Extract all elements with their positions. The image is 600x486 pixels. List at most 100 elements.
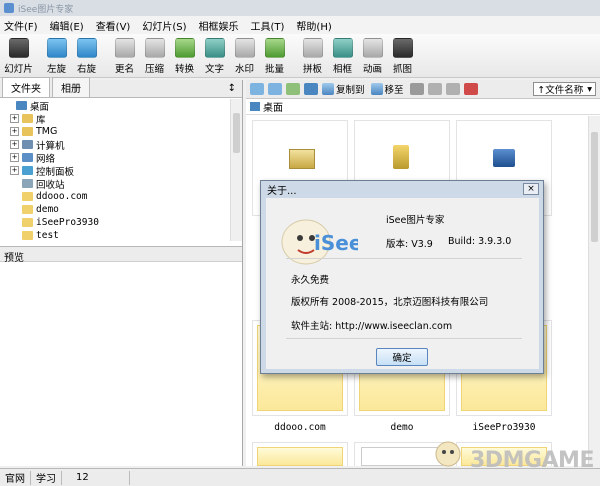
path-bar[interactable]: 桌面 bbox=[246, 99, 600, 115]
expand-toggle-icon[interactable]: + bbox=[10, 140, 19, 149]
tree-item-label: TMG bbox=[36, 126, 58, 137]
tree-item[interactable]: demo bbox=[0, 203, 230, 216]
folder-icon bbox=[22, 153, 33, 162]
batch-icon bbox=[264, 38, 285, 58]
frame-button[interactable]: 相框 bbox=[328, 38, 357, 75]
compress-icon bbox=[144, 38, 165, 58]
capture-icon bbox=[392, 38, 413, 58]
folder-icon bbox=[22, 179, 33, 188]
watermark-button[interactable]: 水印 bbox=[230, 38, 259, 75]
tree-item-label: demo bbox=[36, 204, 59, 215]
forward-icon[interactable] bbox=[268, 83, 282, 95]
tree-scroll-thumb[interactable] bbox=[233, 113, 240, 153]
desktop-icon bbox=[250, 102, 260, 111]
status-count: 12 bbox=[62, 470, 130, 485]
thumbnail-size-icon[interactable] bbox=[445, 83, 460, 95]
up-folder-icon[interactable] bbox=[286, 83, 300, 95]
rename-button[interactable]: 更名 bbox=[110, 38, 139, 75]
menu-slideshow[interactable]: 幻灯片(S) bbox=[142, 18, 186, 33]
rotate-right-icon bbox=[76, 38, 97, 58]
move-to-button[interactable]: 移至 bbox=[370, 82, 404, 96]
rotate-right-button[interactable]: 右旋 bbox=[72, 38, 101, 75]
view-mode-icon[interactable] bbox=[427, 83, 442, 95]
collage-button[interactable]: 拼板 bbox=[298, 38, 327, 75]
version-label: 版本: V3.9 bbox=[386, 239, 433, 250]
tab-folders[interactable]: 文件夹 bbox=[2, 77, 50, 97]
thumbnail-item[interactable] bbox=[252, 442, 348, 466]
folder-icon bbox=[22, 114, 33, 123]
tree-item-label: 计算机 bbox=[36, 140, 65, 152]
thumbnail-scrollbar[interactable] bbox=[588, 116, 600, 466]
library-icon bbox=[289, 149, 315, 169]
watermark-icon bbox=[234, 38, 255, 58]
collage-icon bbox=[302, 38, 323, 58]
tree-item[interactable]: 桌面 bbox=[0, 99, 230, 113]
cut-icon[interactable] bbox=[409, 83, 424, 95]
tree-item[interactable]: 回收站 bbox=[0, 177, 230, 191]
expand-toggle-icon[interactable]: + bbox=[10, 127, 19, 136]
copyright-text: 版权所有 2008-2015，北京迈图科技有限公司 bbox=[291, 297, 489, 308]
license-text: 永久免费 bbox=[291, 275, 330, 286]
tree-item-label: iSeePro3930 bbox=[36, 217, 99, 228]
tree-item[interactable]: + 网络 bbox=[0, 151, 230, 165]
folder-icon bbox=[22, 218, 33, 227]
delete-icon[interactable] bbox=[463, 83, 478, 95]
tree-item[interactable]: ddooo.com bbox=[0, 190, 230, 203]
menu-edit[interactable]: 编辑(E) bbox=[50, 18, 84, 33]
tree-item[interactable]: + TMG bbox=[0, 125, 230, 138]
text-icon bbox=[204, 38, 225, 58]
slideshow-button[interactable]: 幻灯片 bbox=[4, 38, 33, 75]
menu-frames[interactable]: 相框娱乐 bbox=[199, 18, 239, 33]
batch-button[interactable]: 批量 bbox=[260, 38, 289, 75]
tree-item[interactable]: + 库 bbox=[0, 112, 230, 126]
tree-item-label: 控制面板 bbox=[36, 166, 75, 178]
back-icon[interactable] bbox=[250, 83, 264, 95]
tree-item[interactable]: test bbox=[0, 229, 230, 241]
main-toolbar: 幻灯片 左旋 右旋 更名 压缩 转换 文字 水印 批量 拼板 相框 动画 抓图 bbox=[0, 34, 600, 78]
tree-item-label: 桌面 bbox=[30, 101, 50, 113]
text-button[interactable]: 文字 bbox=[200, 38, 229, 75]
app-icon bbox=[4, 3, 14, 13]
close-icon[interactable]: × bbox=[523, 183, 539, 195]
pin-icon[interactable]: ↕ bbox=[228, 83, 236, 94]
folder-thumb bbox=[257, 447, 343, 466]
tree-item-label: ddooo.com bbox=[36, 191, 88, 202]
tree-item[interactable]: + 计算机 bbox=[0, 138, 230, 152]
dialog-title: 关于... bbox=[267, 185, 297, 197]
rotate-left-icon bbox=[46, 38, 67, 58]
menu-help[interactable]: 帮助(H) bbox=[296, 18, 331, 33]
menu-view[interactable]: 查看(V) bbox=[96, 18, 131, 33]
menu-tools[interactable]: 工具(T) bbox=[251, 18, 285, 33]
convert-button[interactable]: 转换 bbox=[170, 38, 199, 75]
tree-item-label: 回收站 bbox=[36, 179, 65, 191]
tab-albums[interactable]: 相册 bbox=[52, 77, 90, 97]
animation-button[interactable]: 动画 bbox=[358, 38, 387, 75]
expand-toggle-icon[interactable]: + bbox=[10, 166, 19, 175]
tree-scrollbar[interactable] bbox=[230, 99, 242, 241]
divider bbox=[286, 258, 522, 259]
thumbnail-scroll-thumb[interactable] bbox=[591, 132, 598, 242]
ok-button[interactable]: 确定 bbox=[376, 348, 428, 366]
status-official-site[interactable]: 官网 bbox=[0, 470, 31, 485]
status-learn[interactable]: 学习 bbox=[31, 470, 62, 485]
tree-item[interactable]: + 控制面板 bbox=[0, 164, 230, 178]
folder-icon bbox=[22, 140, 33, 149]
isee-mascot-logo: iSee bbox=[281, 219, 358, 265]
website-text[interactable]: 软件主站: http://www.iseeclan.com bbox=[291, 318, 452, 332]
rotate-left-button[interactable]: 左旋 bbox=[42, 38, 71, 75]
product-name: iSee图片专家 bbox=[386, 215, 445, 226]
capture-button[interactable]: 抓图 bbox=[388, 38, 417, 75]
sort-select[interactable]: ↑文件名称 ▾ bbox=[533, 82, 596, 96]
folder-icon bbox=[22, 192, 33, 201]
about-dialog: 关于... × iSee iSee图片专家 版本: V3.9 Build: 3.… bbox=[260, 180, 544, 374]
menu-file[interactable]: 文件(F) bbox=[4, 18, 38, 33]
expand-toggle-icon[interactable]: + bbox=[10, 114, 19, 123]
refresh-icon[interactable] bbox=[304, 83, 318, 95]
left-tabs: 文件夹 相册 ↕ bbox=[0, 77, 242, 98]
thumbnail-label: iSeePro3930 bbox=[472, 422, 536, 433]
compress-button[interactable]: 压缩 bbox=[140, 38, 169, 75]
expand-toggle-icon[interactable]: + bbox=[10, 153, 19, 162]
tree-item[interactable]: iSeePro3930 bbox=[0, 216, 230, 229]
thumbnail-label: ddooo.com bbox=[274, 422, 326, 433]
copy-to-button[interactable]: 复制到 bbox=[322, 82, 365, 96]
